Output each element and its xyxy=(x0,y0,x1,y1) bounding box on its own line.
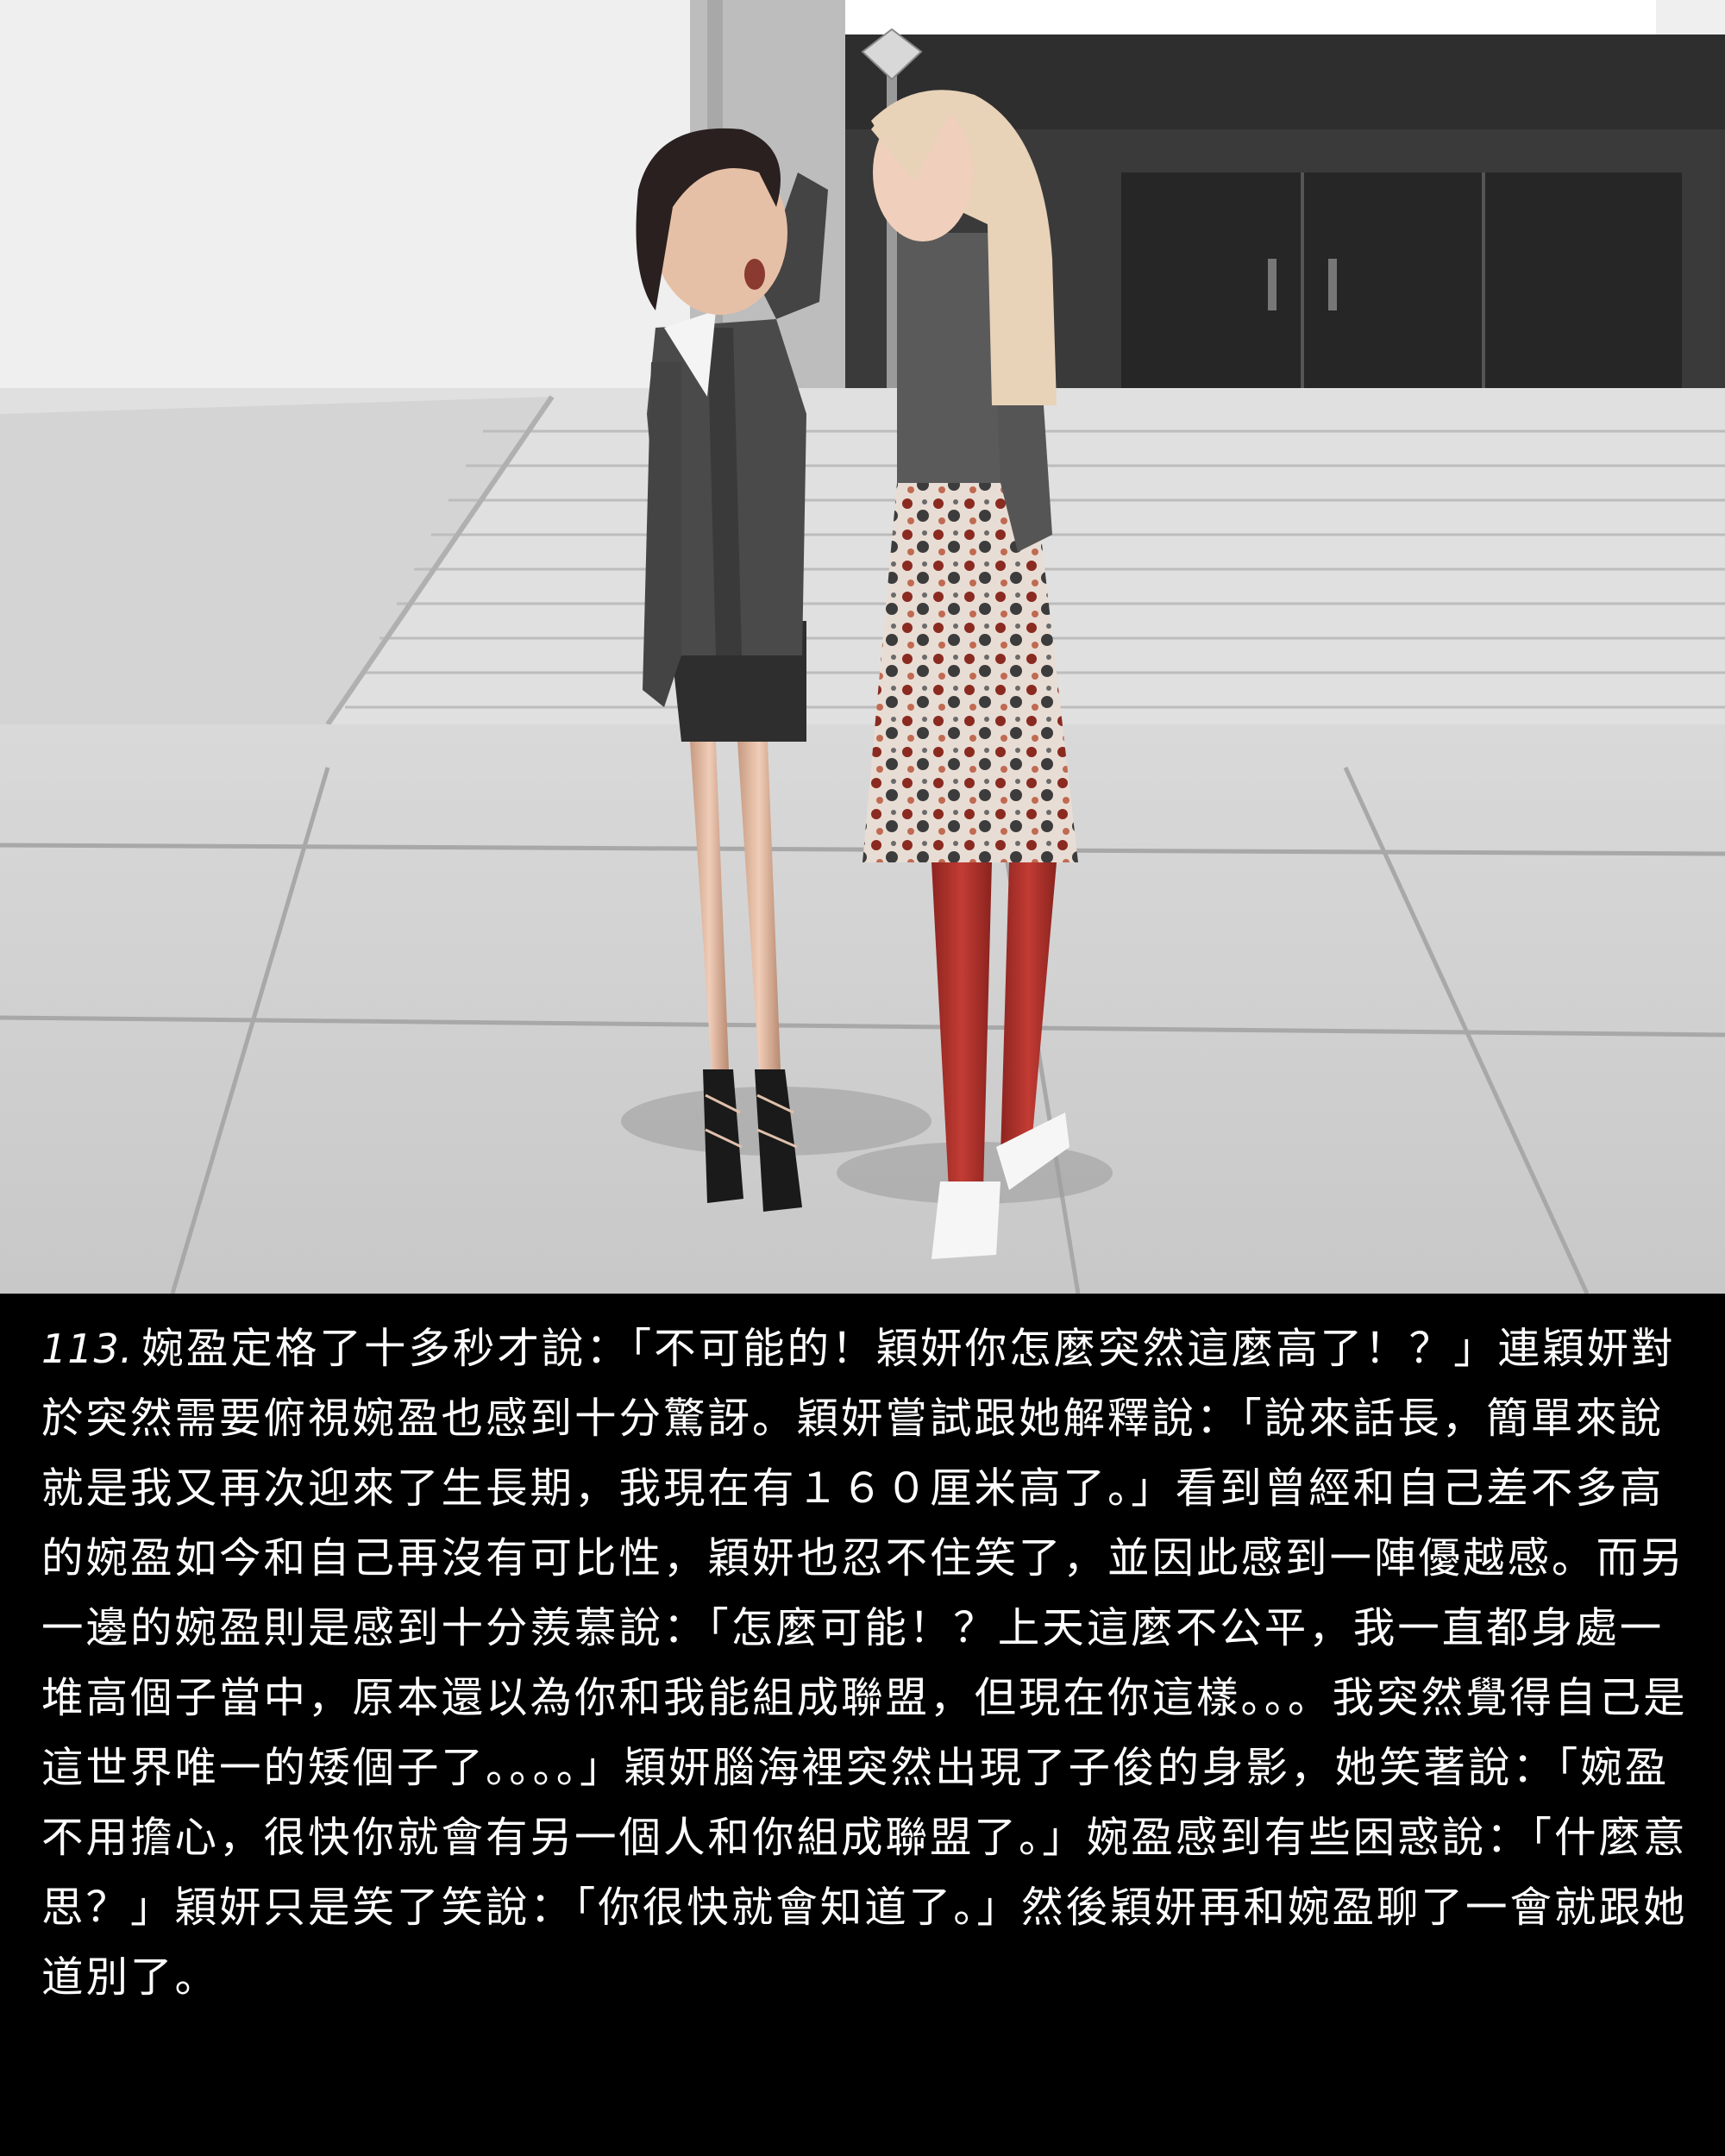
pavement xyxy=(0,724,1725,1294)
scene-svg xyxy=(0,0,1725,1294)
scene-illustration xyxy=(0,0,1725,1294)
caption-body: 婉盈定格了十多秒才說：「不可能的！穎妍你怎麼突然這麼高了！？」連穎妍對於突然需要… xyxy=(41,1325,1688,2002)
caption-paragraph: 113. 婉盈定格了十多秒才說：「不可能的！穎妍你怎麼突然這麼高了！？」連穎妍對於… xyxy=(41,1314,1694,2013)
stairs xyxy=(0,388,1725,726)
panel-number: 113. xyxy=(41,1326,134,1372)
comic-page: 113. 婉盈定格了十多秒才說：「不可能的！穎妍你怎麼突然這麼高了！？」連穎妍對於… xyxy=(0,0,1725,2156)
caption-panel: 113. 婉盈定格了十多秒才說：「不可能的！穎妍你怎麼突然這麼高了！？」連穎妍對於… xyxy=(0,1294,1725,2156)
background-walls xyxy=(0,0,1725,431)
